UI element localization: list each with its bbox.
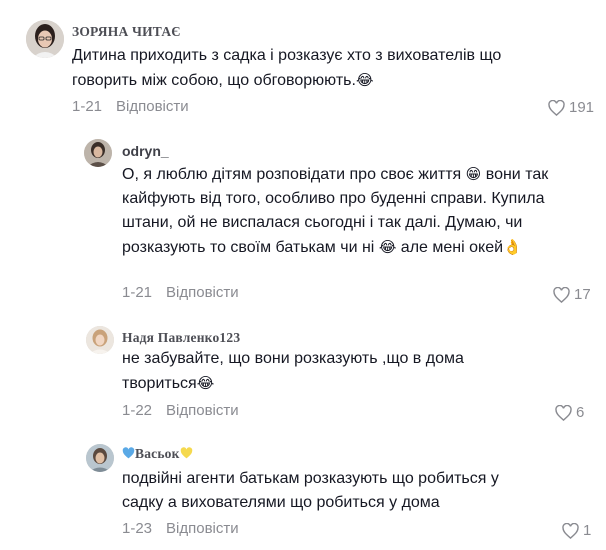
reply-button[interactable]: Відповісти bbox=[166, 402, 239, 419]
comment-text: подвійні агенти батькам розказують що ро… bbox=[122, 467, 542, 515]
comment-text-part: О, я люблю дітям розповідати про своє жи… bbox=[122, 166, 462, 183]
grinning-emoji-icon: 😁 bbox=[465, 165, 482, 183]
reply-comment-item: odryn_ О, я люблю дітям розповідати про … bbox=[0, 130, 606, 310]
comment-date: 1-23 bbox=[122, 520, 153, 537]
laughing-emoji-icon: 😂 bbox=[355, 71, 374, 89]
heart-icon bbox=[553, 286, 570, 303]
reply-button[interactable]: Відповісти bbox=[116, 98, 189, 115]
ok-hand-emoji-icon: 👌 bbox=[503, 238, 522, 256]
like-count: 191 bbox=[569, 99, 595, 116]
reply-button[interactable]: Відповісти bbox=[166, 284, 239, 301]
reply-comment-item: Васьок подвійні агенти батькам розказуют… bbox=[0, 435, 606, 550]
comment-username[interactable]: Васьок bbox=[122, 446, 193, 462]
comment-username[interactable]: Надя Павленко123 bbox=[122, 330, 240, 346]
like-count: 17 bbox=[574, 286, 591, 303]
like-count: 1 bbox=[583, 522, 592, 539]
like-count: 6 bbox=[576, 404, 585, 421]
comment-meta: 1-21 Відповісти bbox=[122, 284, 239, 301]
comment-username[interactable]: odryn_ bbox=[122, 143, 169, 159]
comment-date: 1-21 bbox=[72, 98, 103, 115]
comment-text: Дитина приходить з садка і розказує хто … bbox=[72, 44, 552, 93]
reply-button[interactable]: Відповісти bbox=[166, 520, 239, 537]
reply-comment-item: Надя Павленко123 не забувайте, що вони р… bbox=[0, 320, 606, 430]
comment-text-body: Дитина приходить з садка і розказує хто … bbox=[72, 47, 502, 89]
like-button[interactable]: 17 bbox=[553, 286, 591, 303]
comment-date: 1-21 bbox=[122, 284, 153, 301]
comment-text-body: подвійні агенти батькам розказують що ро… bbox=[122, 470, 499, 511]
like-button[interactable]: 1 bbox=[562, 522, 591, 539]
comment-text-part: але мені окей bbox=[400, 239, 504, 256]
comment-text: О, я люблю дітям розповідати про своє жи… bbox=[122, 162, 562, 260]
comment-username[interactable]: ЗОРЯНА ЧИТАЄ bbox=[72, 24, 181, 40]
heart-icon bbox=[562, 522, 579, 539]
avatar[interactable] bbox=[86, 444, 114, 472]
like-button[interactable]: 6 bbox=[555, 404, 584, 421]
avatar[interactable] bbox=[86, 326, 114, 354]
blue-heart-icon bbox=[122, 447, 135, 459]
comment-date: 1-22 bbox=[122, 402, 153, 419]
heart-icon bbox=[555, 404, 572, 421]
comment-text: не забувайте, що вони розказують ,що в д… bbox=[122, 347, 502, 396]
comment-meta: 1-23 Відповісти bbox=[122, 520, 239, 537]
yellow-heart-icon bbox=[180, 447, 192, 459]
comment-text-body: не забувайте, що вони розказують ,що в д… bbox=[122, 350, 464, 392]
like-button[interactable]: 191 bbox=[548, 99, 594, 116]
comment-meta: 1-22 Відповісти bbox=[122, 402, 239, 419]
avatar[interactable] bbox=[84, 139, 112, 167]
comment-item: ЗОРЯНА ЧИТАЄ Дитина приходить з садка і … bbox=[0, 0, 606, 130]
username-text: Васьок bbox=[135, 446, 180, 461]
laughing-emoji-icon: 😂 bbox=[196, 374, 215, 392]
heart-icon bbox=[548, 99, 565, 116]
laughing-emoji-icon: 😂 bbox=[378, 238, 397, 256]
avatar[interactable] bbox=[26, 20, 64, 58]
comment-meta: 1-21 Відповісти bbox=[72, 98, 189, 115]
